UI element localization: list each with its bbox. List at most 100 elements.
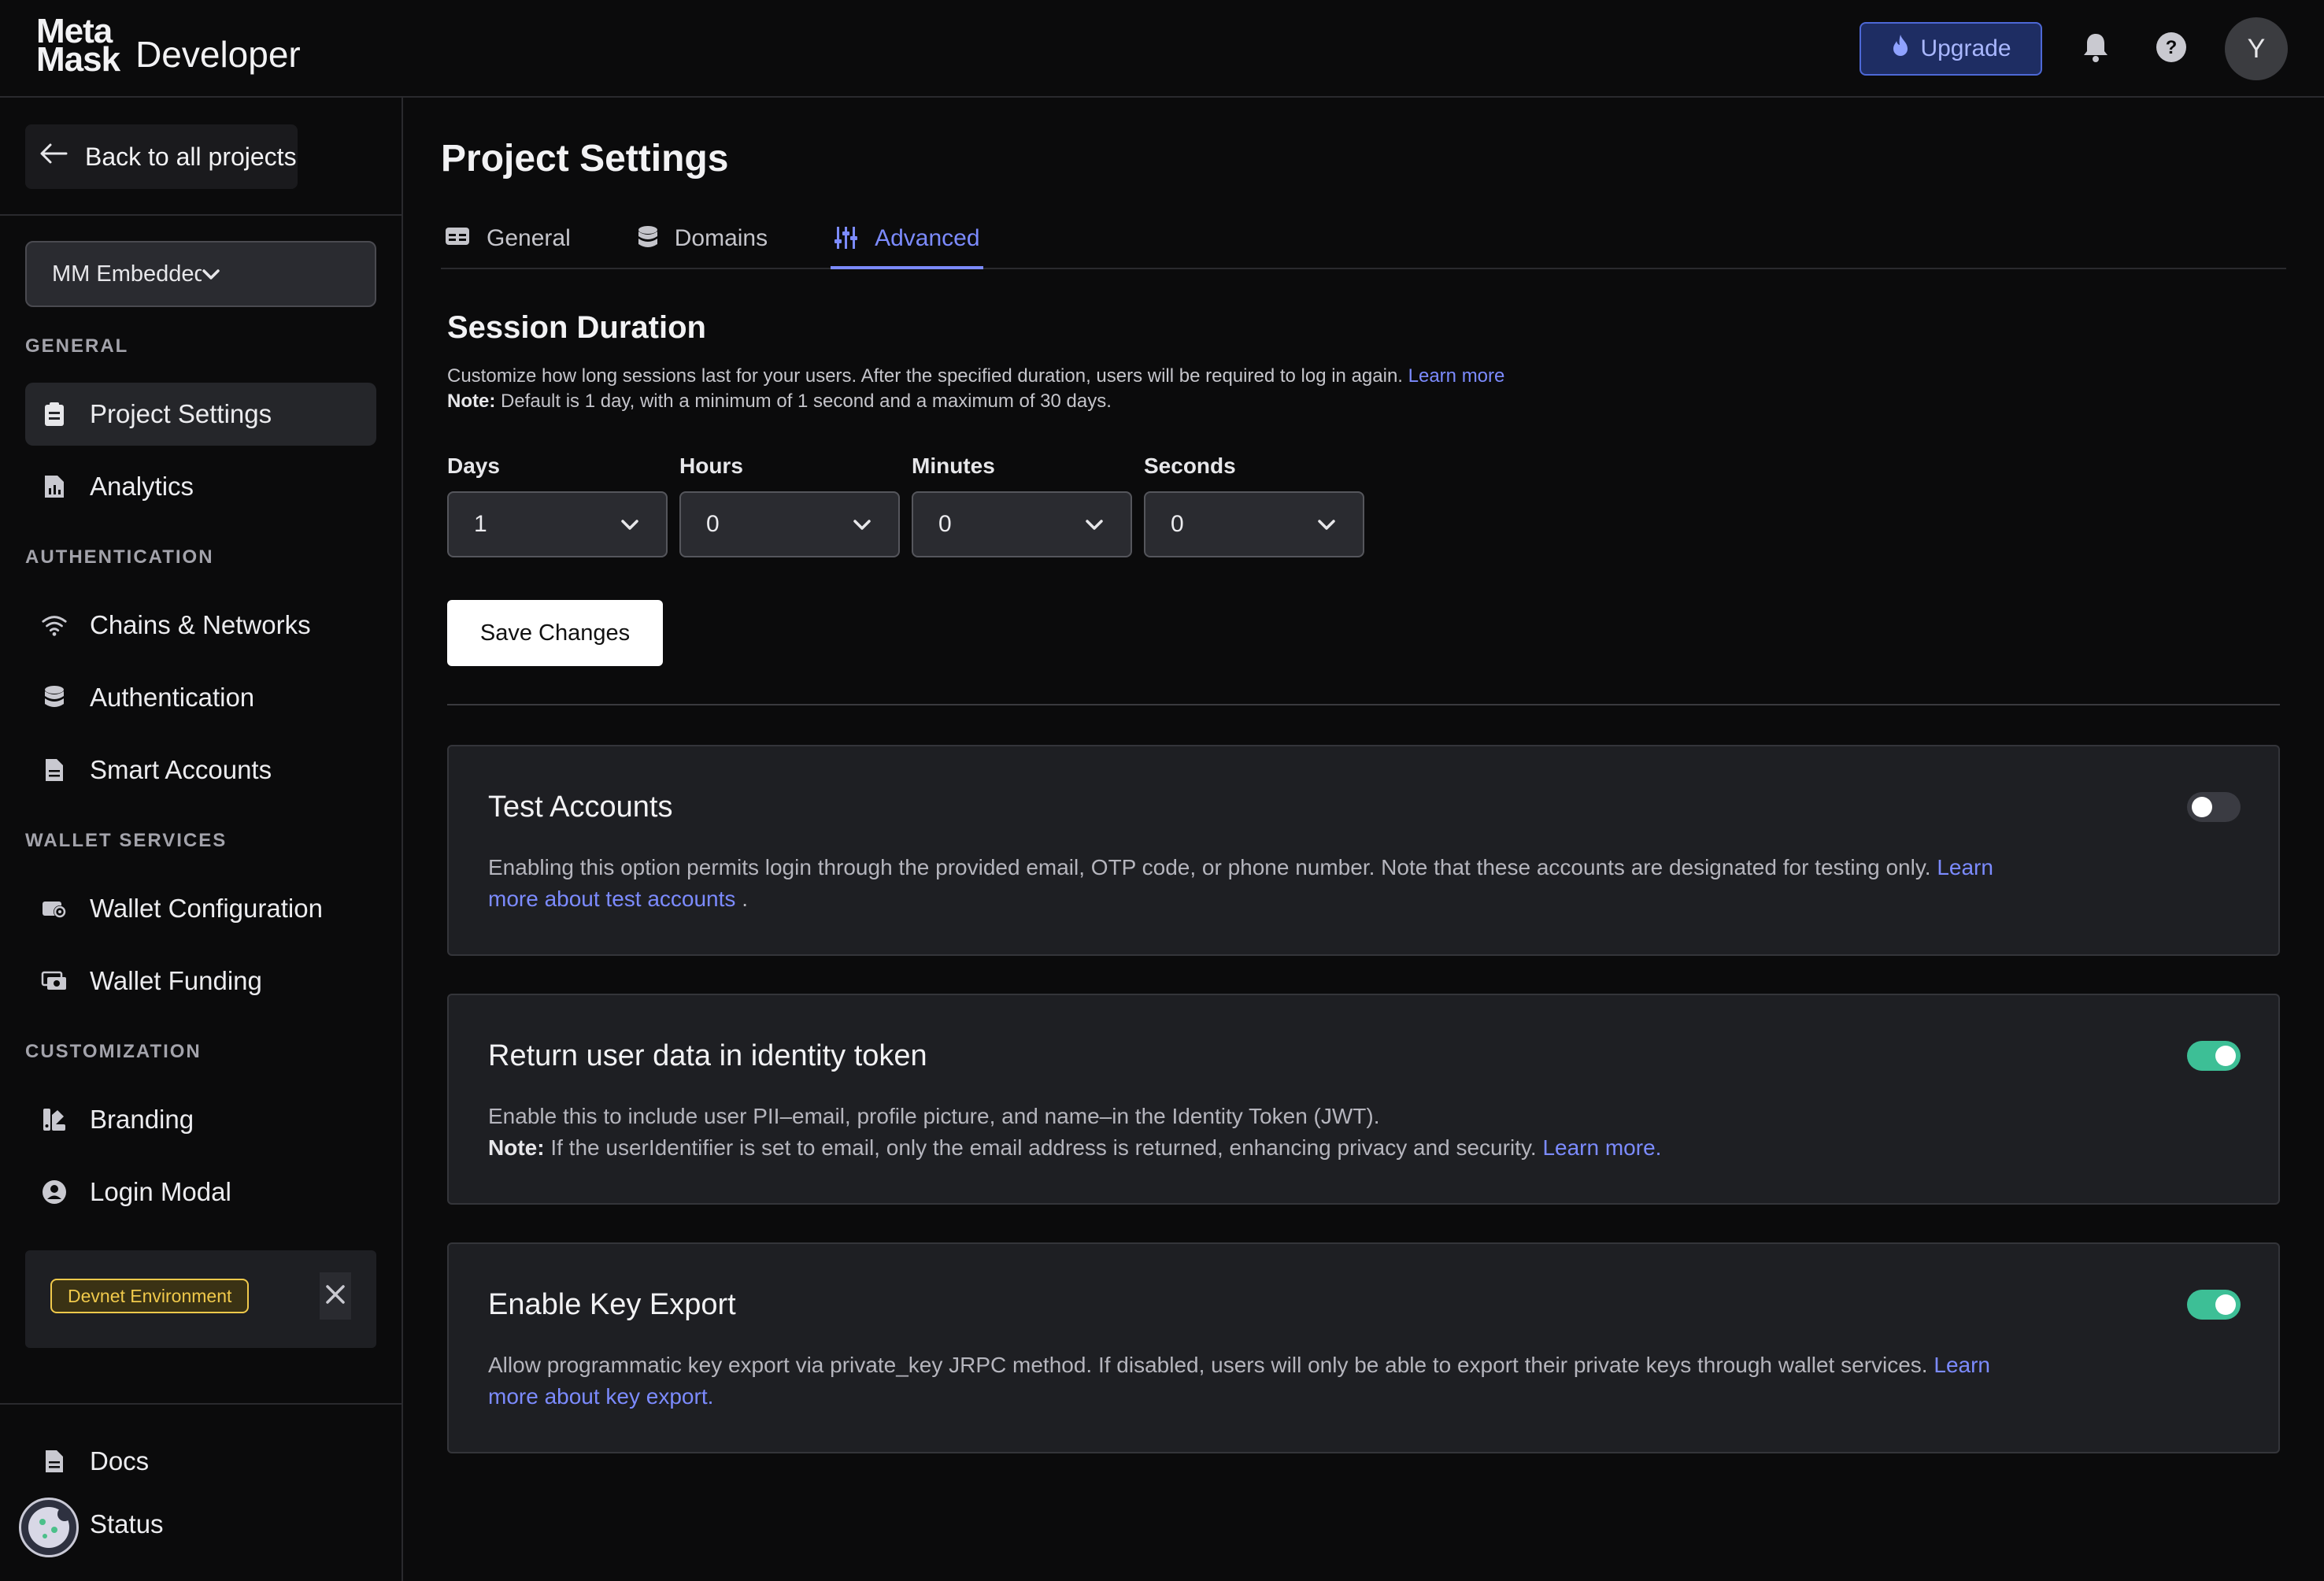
minutes-select[interactable]: 0 xyxy=(912,491,1132,557)
logo-line-2: Mask xyxy=(36,40,120,79)
hours-field: Hours 0 xyxy=(679,454,900,557)
devnet-close-button[interactable] xyxy=(320,1272,351,1320)
minutes-value: 0 xyxy=(938,511,952,537)
sidebar-item-analytics[interactable]: Analytics xyxy=(25,455,376,518)
arrow-left-icon xyxy=(39,142,68,172)
table-icon xyxy=(444,225,471,254)
database-icon xyxy=(637,225,659,257)
identity-token-toggle[interactable] xyxy=(2187,1041,2241,1071)
sliders-icon xyxy=(834,225,859,257)
test-accounts-toggle[interactable] xyxy=(2187,792,2241,822)
identity-token-card: Return user data in identity token Enabl… xyxy=(447,994,2280,1205)
hours-value: 0 xyxy=(706,511,720,537)
help-icon: ? xyxy=(2156,31,2187,67)
identity-token-note-text: If the userIdentifier is set to email, o… xyxy=(550,1135,1537,1160)
sidebar-item-docs[interactable]: Docs xyxy=(25,1430,376,1493)
session-description-line: Customize how long sessions last for you… xyxy=(447,364,2022,389)
sidebar-item-label: Project Settings xyxy=(90,399,272,428)
sidebar-item-label: Wallet Funding xyxy=(90,966,262,995)
user-circle-icon xyxy=(41,1179,68,1205)
session-learn-more-link[interactable]: Learn more xyxy=(1408,365,1505,387)
project-select[interactable]: MM Embedded (sapphire xyxy=(25,241,376,307)
notifications-button[interactable] xyxy=(2074,27,2118,71)
back-label: Back to all projects xyxy=(85,142,297,171)
identity-token-learn-more-link[interactable]: Learn more. xyxy=(1542,1135,1661,1160)
help-button[interactable]: ? xyxy=(2149,27,2193,71)
metamask-developer-logo[interactable]: Meta Mask Developer xyxy=(36,14,301,79)
save-changes-button[interactable]: Save Changes xyxy=(447,600,663,666)
sidebar-item-login-modal[interactable]: Login Modal xyxy=(25,1161,376,1224)
sidebar-divider xyxy=(0,1403,403,1405)
chevron-down-icon xyxy=(1085,511,1104,538)
identity-token-title: Return user data in identity token xyxy=(488,1039,927,1072)
seconds-select[interactable]: 0 xyxy=(1144,491,1364,557)
test-accounts-description: Enabling this option permits login throu… xyxy=(488,852,2031,915)
seconds-field: Seconds 0 xyxy=(1144,454,1364,557)
sidebar-item-smart-accounts[interactable]: Smart Accounts xyxy=(25,739,376,802)
test-accounts-desc-text: Enabling this option permits login throu… xyxy=(488,855,1931,879)
back-to-projects-button[interactable]: Back to all projects xyxy=(25,124,298,189)
section-label-customization: CUSTOMIZATION xyxy=(25,1041,202,1062)
identity-token-desc-line: Enable this to include user PII–email, p… xyxy=(488,1104,1380,1128)
section-label-wallet-services: WALLET SERVICES xyxy=(25,830,228,851)
settings-tabs: General Domains Advanced xyxy=(441,216,2286,269)
cookie-consent-button[interactable] xyxy=(19,1498,79,1557)
sidebar-item-chains-networks[interactable]: Chains & Networks xyxy=(25,594,376,657)
analytics-icon xyxy=(41,473,68,500)
main-content: Project Settings General Domains Advance… xyxy=(403,98,2324,1581)
key-export-desc-text: Allow programmatic key export via privat… xyxy=(488,1353,1928,1377)
toggle-knob xyxy=(2215,1294,2236,1315)
sidebar-item-project-settings[interactable]: Project Settings xyxy=(25,383,376,446)
devnet-environment-banner: Devnet Environment xyxy=(25,1250,376,1348)
session-note-line: Note: Default is 1 day, with a minimum o… xyxy=(447,389,2022,414)
session-note-text: Default is 1 day, with a minimum of 1 se… xyxy=(501,391,1112,412)
chevron-down-icon xyxy=(202,261,351,287)
test-accounts-title: Test Accounts xyxy=(488,790,673,824)
section-divider xyxy=(447,704,2280,705)
days-select[interactable]: 1 xyxy=(447,491,668,557)
tab-label: Domains xyxy=(674,225,768,251)
tab-label: General xyxy=(487,225,571,251)
svg-text:?: ? xyxy=(2166,37,2178,58)
sidebar-item-wallet-funding[interactable]: Wallet Funding xyxy=(25,950,376,1013)
header-actions: Upgrade ? Y xyxy=(1860,17,2288,80)
tab-advanced[interactable]: Advanced xyxy=(831,216,983,269)
logo-wordmark: Meta Mask xyxy=(36,14,120,79)
tab-domains[interactable]: Domains xyxy=(634,216,771,269)
document-icon xyxy=(41,757,68,783)
sidebar-item-label: Status xyxy=(90,1509,164,1538)
hours-select[interactable]: 0 xyxy=(679,491,900,557)
key-export-toggle[interactable] xyxy=(2187,1290,2241,1320)
sidebar-item-label: Login Modal xyxy=(90,1177,231,1206)
project-select-value: MM Embedded (sapphire xyxy=(52,261,202,287)
chevron-down-icon xyxy=(853,511,872,538)
identity-token-description: Enable this to include user PII–email, p… xyxy=(488,1101,2031,1164)
hours-label: Hours xyxy=(679,454,743,478)
minutes-label: Minutes xyxy=(912,454,995,478)
key-export-title: Enable Key Export xyxy=(488,1288,736,1321)
upgrade-button[interactable]: Upgrade xyxy=(1860,22,2042,76)
app-root: Meta Mask Developer Upgrade ? Y Back to … xyxy=(0,0,2324,1581)
test-accounts-desc-suffix: . xyxy=(742,887,748,911)
toggle-knob xyxy=(2215,1046,2236,1066)
database-icon xyxy=(41,684,68,711)
funding-icon xyxy=(41,968,68,994)
chevron-down-icon xyxy=(1317,511,1336,538)
sidebar-item-branding[interactable]: Branding xyxy=(25,1088,376,1151)
user-avatar[interactable]: Y xyxy=(2225,17,2288,80)
chevron-down-icon xyxy=(620,511,639,538)
session-duration-title: Session Duration xyxy=(447,310,706,345)
minutes-field: Minutes 0 xyxy=(912,454,1132,557)
tab-label: Advanced xyxy=(875,225,980,251)
sidebar-item-wallet-configuration[interactable]: Wallet Configuration xyxy=(25,877,376,940)
flame-icon xyxy=(1890,34,1911,64)
session-description-text: Customize how long sessions last for you… xyxy=(447,365,1403,387)
sidebar-item-label: Branding xyxy=(90,1105,194,1134)
seconds-label: Seconds xyxy=(1144,454,1236,478)
top-bar: Meta Mask Developer Upgrade ? Y xyxy=(0,0,2324,98)
tab-general[interactable]: General xyxy=(441,216,574,269)
sidebar-item-label: Chains & Networks xyxy=(90,610,311,639)
sidebar-divider xyxy=(0,214,403,216)
sidebar-item-authentication[interactable]: Authentication xyxy=(25,666,376,729)
days-label: Days xyxy=(447,454,500,478)
